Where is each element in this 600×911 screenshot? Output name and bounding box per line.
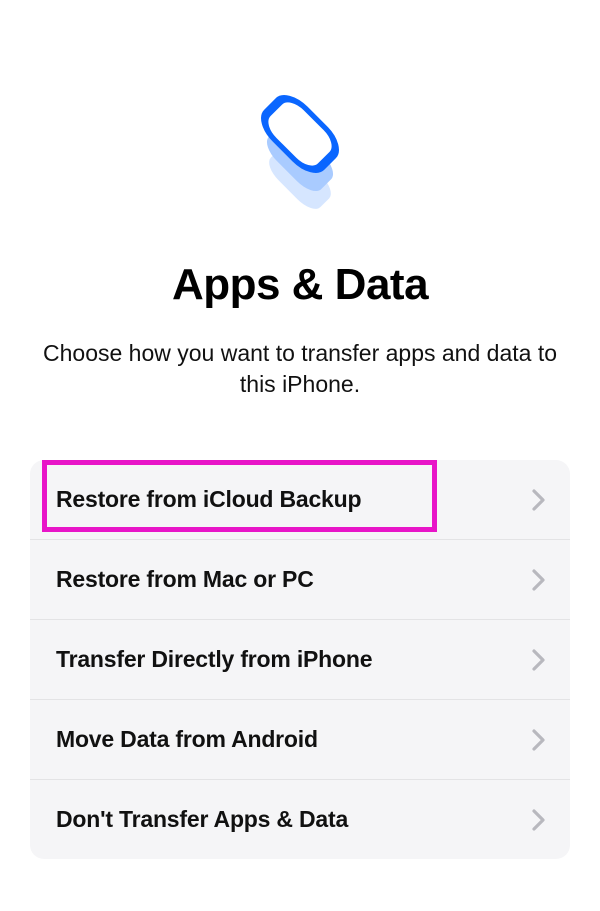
chevron-right-icon bbox=[532, 569, 546, 591]
option-restore-icloud[interactable]: Restore from iCloud Backup bbox=[30, 460, 570, 540]
option-move-android[interactable]: Move Data from Android bbox=[30, 700, 570, 780]
chevron-right-icon bbox=[532, 489, 546, 511]
option-transfer-iphone[interactable]: Transfer Directly from iPhone bbox=[30, 620, 570, 700]
option-label: Transfer Directly from iPhone bbox=[56, 646, 372, 673]
page-title: Apps & Data bbox=[172, 260, 428, 310]
option-dont-transfer[interactable]: Don't Transfer Apps & Data bbox=[30, 780, 570, 859]
chevron-right-icon bbox=[532, 809, 546, 831]
option-label: Restore from iCloud Backup bbox=[56, 486, 361, 513]
option-label: Don't Transfer Apps & Data bbox=[56, 806, 348, 833]
option-restore-mac-pc[interactable]: Restore from Mac or PC bbox=[30, 540, 570, 620]
chevron-right-icon bbox=[532, 649, 546, 671]
chevron-right-icon bbox=[532, 729, 546, 751]
options-list: Restore from iCloud Backup Restore from … bbox=[30, 460, 570, 859]
option-label: Restore from Mac or PC bbox=[56, 566, 314, 593]
page-subtitle: Choose how you want to transfer apps and… bbox=[40, 338, 560, 400]
option-label: Move Data from Android bbox=[56, 726, 318, 753]
apps-data-stack-icon bbox=[230, 80, 370, 220]
